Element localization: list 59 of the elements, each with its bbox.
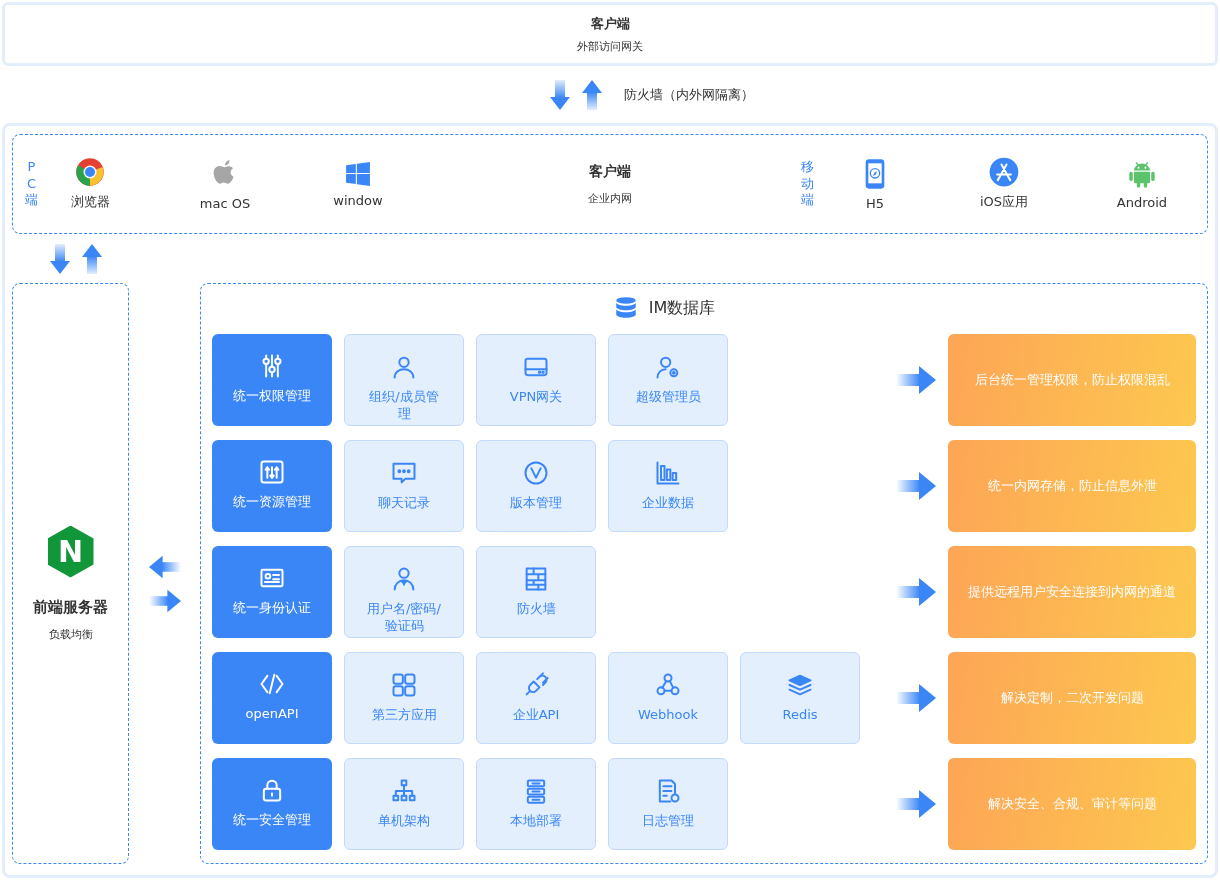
- module-card: 第三方应用: [344, 652, 464, 744]
- window-grid-icon: [345, 160, 371, 187]
- right-arrow-icon: [896, 683, 936, 713]
- database-title: IM数据库: [648, 297, 716, 319]
- module-card: 本地部署: [476, 758, 596, 850]
- benefit-card: 后台统一管理权限，防止权限混乱: [948, 334, 1196, 426]
- platform-label: 移动端: [801, 158, 814, 210]
- phone-icon: [864, 157, 886, 190]
- platform-name: 浏览器: [70, 193, 110, 211]
- module-card: 防火墙: [476, 546, 596, 638]
- v-circle-icon: [522, 459, 550, 487]
- module-card: VPN网关: [476, 334, 596, 426]
- module-card: 组织/成员管理: [344, 334, 464, 426]
- module-card: Redis: [740, 652, 860, 744]
- up-arrow-icon2: [82, 243, 102, 274]
- category-card: 统一权限管理: [212, 334, 332, 426]
- hexagon-logo: N: [47, 525, 94, 578]
- benefit-card: 提供远程用户安全连接到内网的通道: [948, 546, 1196, 638]
- server-title: 前端服务器: [33, 597, 108, 617]
- module-card: 企业数据: [608, 440, 728, 532]
- app-circle-icon: [989, 157, 1019, 187]
- module-card: 超级管理员: [608, 334, 728, 426]
- module-card: 企业API: [476, 652, 596, 744]
- down-arrow-icon: [550, 79, 570, 110]
- module-card: 单机架构: [344, 758, 464, 850]
- bar-chart-icon: [654, 459, 682, 487]
- platform-name: H5: [865, 195, 884, 211]
- benefit-card: 统一内网存储，防止信息外泄: [948, 440, 1196, 532]
- down-arrow-icon2: [50, 243, 70, 274]
- client-subtitle: 外部访问网关: [577, 38, 643, 54]
- category-card: 统一身份认证: [212, 546, 332, 638]
- platform-name: Android: [1116, 194, 1168, 210]
- module-card: Webhook: [608, 652, 728, 744]
- control-panel-icon: [258, 458, 286, 486]
- platform-label: PC端: [25, 158, 38, 210]
- category-card: 统一安全管理: [212, 758, 332, 850]
- right-arrow-icon: [896, 365, 936, 395]
- module-card: 聊天记录: [344, 440, 464, 532]
- benefit-card: 解决定制，二次开发问题: [948, 652, 1196, 744]
- module-card: 用户名/密码/验证码: [344, 546, 464, 638]
- client-title: 客户端: [590, 14, 630, 33]
- firewall-label: 防火墙（内外网隔离）: [624, 85, 754, 104]
- category-card: openAPI: [212, 652, 332, 744]
- platform-name: mac OS: [199, 195, 251, 211]
- module-card: 日志管理: [608, 758, 728, 850]
- right-arrow-icon: [896, 471, 936, 501]
- platform-name: iOS应用: [979, 193, 1029, 211]
- category-card: 统一资源管理: [212, 440, 332, 532]
- up-arrow-icon: [582, 79, 602, 110]
- right-arrow-icon: [896, 789, 936, 819]
- right-arrow-icon: [896, 577, 936, 607]
- platform-name: window: [333, 192, 383, 208]
- module-card: 版本管理: [476, 440, 596, 532]
- circle-logo-icon: [75, 157, 105, 187]
- client-title: 客户端: [589, 162, 631, 181]
- grid-icon: [390, 671, 418, 699]
- server-subtitle: 负载均衡: [48, 626, 93, 642]
- benefit-card: 解决安全、合规、审计等问题: [948, 758, 1196, 850]
- client-subtitle: 企业内网: [588, 190, 632, 206]
